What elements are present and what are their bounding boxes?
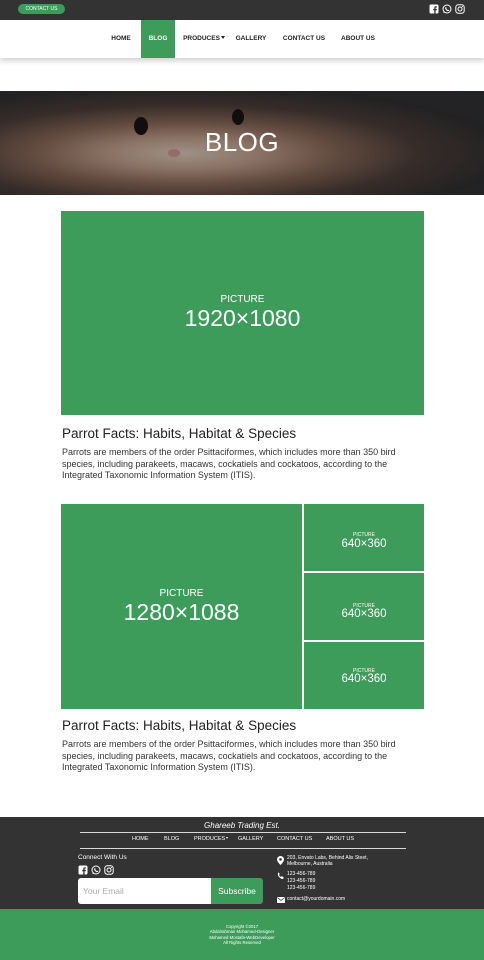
footer-nav-blog[interactable]: BLOG — [164, 836, 179, 842]
footer-phone: 123-456-789 — [287, 878, 316, 884]
placeholder-size: 1920×1080 — [184, 305, 301, 331]
phone-icon — [277, 872, 284, 879]
instagram-icon[interactable] — [455, 4, 465, 14]
subscribe-button[interactable]: Subscribe — [211, 878, 263, 904]
copyright-line: All Rights Reserved — [223, 940, 261, 945]
footer-phone: 123-456-789 — [287, 871, 316, 877]
chevron-down-icon — [226, 837, 229, 839]
gallery-side-image[interactable]: PICTURE 640×360 — [304, 642, 424, 709]
footer-nav-produces-label: PRODUCES — [194, 836, 226, 842]
post-excerpt: Parrots are members of the order Psittac… — [62, 447, 396, 480]
post-title[interactable]: Parrot Facts: Habits, Habitat & Species — [62, 718, 296, 733]
nav-item-produces[interactable]: PRODUCES — [179, 20, 229, 58]
post-image-placeholder[interactable]: PICTURE 1920×1080 — [61, 211, 424, 415]
footer-nav-about-us[interactable]: ABOUT US — [326, 836, 354, 842]
nav-item-about-us[interactable]: ABOUT US — [337, 20, 379, 58]
footer-nav-gallery[interactable]: GALLERY — [238, 836, 263, 842]
nav-item-home[interactable]: HOME — [105, 20, 137, 58]
main-navbar: HOME BLOG PRODUCES GALLERY CONTACT US AB… — [0, 20, 484, 58]
footer-address-line: Melbourne, Australia — [287, 861, 333, 867]
placeholder-size: 640×360 — [341, 673, 387, 685]
whatsapp-icon[interactable] — [442, 4, 452, 14]
nav-item-produces-label: PRODUCES — [183, 35, 220, 42]
footer-divider — [80, 848, 406, 849]
footer-nav-home[interactable]: HOME — [132, 836, 149, 842]
placeholder-size: 640×360 — [341, 608, 387, 620]
chevron-down-icon — [220, 36, 225, 39]
contact-us-button[interactable]: CONTACT US — [18, 4, 65, 14]
placeholder-size: 1280×1088 — [123, 599, 240, 625]
footer-nav-contact-us[interactable]: CONTACT US — [277, 836, 312, 842]
email-input[interactable] — [78, 878, 211, 904]
footer-phone: 123-456-789 — [287, 885, 316, 891]
gallery-main-image[interactable]: PICTURE 1280×1088 — [61, 504, 302, 709]
post-excerpt: Parrots are members of the order Psittac… — [62, 739, 396, 772]
connect-label: Connect With Us — [78, 854, 127, 861]
copyright-band: Copyright ©2017 Abdalrahman Mohamed-Desi… — [0, 909, 484, 960]
footer-nav-produces[interactable]: PRODUCES — [194, 836, 229, 842]
nav-item-contact-us[interactable]: CONTACT US — [279, 20, 329, 58]
envelope-icon — [277, 897, 285, 903]
footer-divider — [80, 832, 406, 833]
facebook-icon[interactable] — [429, 4, 439, 14]
nav-item-blog[interactable]: BLOG — [141, 20, 175, 58]
post-title[interactable]: Parrot Facts: Habits, Habitat & Species — [62, 426, 296, 441]
instagram-icon[interactable] — [104, 865, 114, 875]
nav-menu: HOME BLOG PRODUCES GALLERY CONTACT US AB… — [0, 20, 484, 58]
placeholder-label: PICTURE — [220, 294, 265, 305]
top-social-links — [429, 4, 465, 14]
gallery-side-image[interactable]: PICTURE 640×360 — [304, 573, 424, 640]
page-title: BLOG — [204, 127, 280, 157]
facebook-icon[interactable] — [78, 865, 88, 875]
copyright-line: Abdalrahman Mohamed-Designer — [209, 929, 275, 934]
top-bar: CONTACT US — [0, 0, 484, 20]
nav-item-gallery[interactable]: GALLERY — [232, 20, 270, 58]
whatsapp-icon[interactable] — [91, 865, 101, 875]
location-pin-icon — [277, 856, 284, 865]
placeholder-size: 640×360 — [341, 538, 387, 550]
footer-email[interactable]: contact@yourdomain.com — [287, 896, 345, 903]
gallery-side-image[interactable]: PICTURE 640×360 — [304, 504, 424, 571]
site-footer: Ghareeb Trading Est. HOME BLOG PRODUCES … — [0, 817, 484, 909]
placeholder-label: PICTURE — [159, 588, 204, 599]
footer-social-links — [78, 865, 114, 875]
footer-brand: Ghareeb Trading Est. — [204, 821, 280, 830]
hero-banner: BLOG — [0, 91, 484, 195]
